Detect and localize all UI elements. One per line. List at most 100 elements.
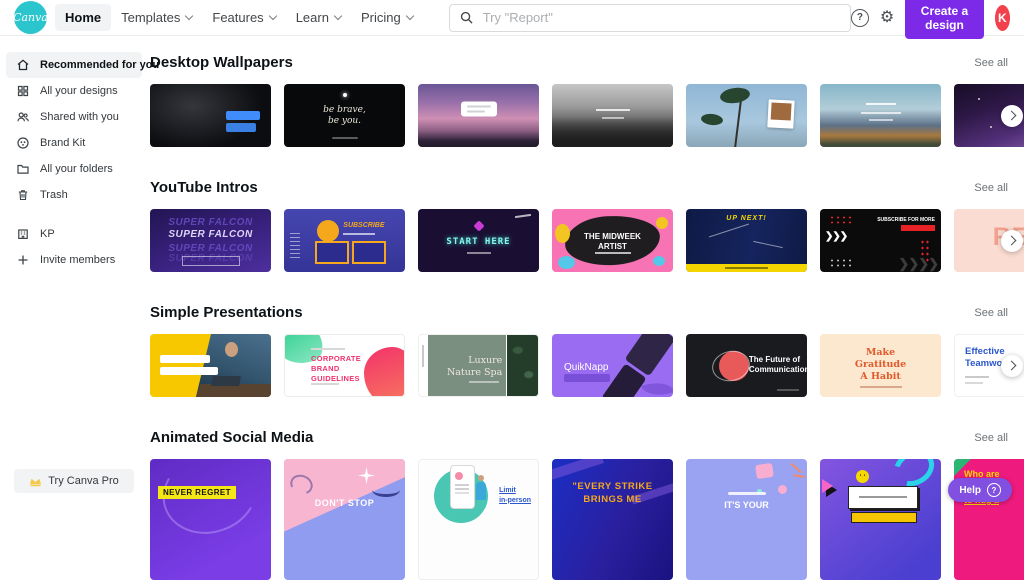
template-make-gratitude-a-habit[interactable]: Make Gratitude A Habit <box>820 334 941 397</box>
leaf-photo <box>507 335 538 396</box>
sidebar-item-recommended[interactable]: Recommended for you <box>6 52 142 78</box>
decor-shape <box>372 483 400 497</box>
template-midweek-artist-intro[interactable]: THE MIDWEEK ARTIST <box>552 209 673 272</box>
template-future-of-communication[interactable]: The Future of Communication <box>686 334 807 397</box>
template-gray-mountains-wallpaper[interactable] <box>552 84 673 147</box>
see-all-link[interactable]: See all <box>974 182 1008 194</box>
section-desktop-wallpapers: Desktop Wallpapers See all be brave, be … <box>150 54 1024 147</box>
see-all-link[interactable]: See all <box>974 307 1008 319</box>
chevron-right-icon <box>1006 236 1016 246</box>
sidebar-item-label: All your folders <box>40 163 113 175</box>
see-all-link[interactable]: See all <box>974 57 1008 69</box>
template-never-regret-post[interactable]: NEVER REGRET <box>150 459 271 580</box>
search-bar[interactable] <box>449 4 851 32</box>
top-navigation-bar: Canva Home Templates Features Learn Pric… <box>0 0 1024 36</box>
template-luxure-nature-spa[interactable]: Luxure Nature Spa <box>418 334 539 397</box>
template-start-here-intro[interactable]: START HERE <box>418 209 539 272</box>
decor-shape <box>552 117 673 147</box>
template-sunset-sky-wallpaper[interactable] <box>418 84 539 147</box>
canva-logo[interactable]: Canva <box>14 1 47 34</box>
chevron-down-icon <box>185 12 193 20</box>
template-text: Limit in-person <box>499 486 531 506</box>
template-corporate-brand-guidelines[interactable]: CORPORATE BRAND GUIDELINES <box>284 334 405 397</box>
template-be-brave-wallpaper[interactable]: be brave, be you. <box>284 84 405 147</box>
section-animated-social-media: Animated Social Media See all NEVER REGR… <box>150 429 1024 580</box>
settings-gear-icon[interactable]: ⚙ <box>880 10 894 26</box>
decor-shape <box>290 233 300 259</box>
template-every-strike-post[interactable]: "EVERY STRIKE BRINGS ME <box>552 459 673 580</box>
nav-home[interactable]: Home <box>55 4 111 31</box>
sidebar-item-invite-members[interactable]: Invite members <box>6 247 142 273</box>
home-icon <box>16 58 30 72</box>
sidebar-item-brand-kit[interactable]: Brand Kit <box>6 130 142 156</box>
decor-shape <box>755 463 774 479</box>
decor-shape <box>790 463 802 474</box>
template-dont-stop-post[interactable]: DON'T STOP <box>284 459 405 580</box>
template-subscribe-for-more-intro[interactable]: SUBSCRIBE FOR MORE <box>820 209 941 272</box>
template-text: Make Gratitude A Habit <box>820 347 941 384</box>
decor-shape <box>469 381 499 383</box>
sidebar-item-trash[interactable]: Trash <box>6 182 142 208</box>
create-a-design-button[interactable]: Create a design <box>905 0 984 39</box>
template-mountain-valley-wallpaper[interactable] <box>820 84 941 147</box>
decor-shape <box>869 119 893 121</box>
sidebar-item-shared[interactable]: Shared with you <box>6 104 142 130</box>
template-limit-in-person-post[interactable]: Limit in-person <box>418 459 539 580</box>
template-text: START HERE <box>418 237 539 247</box>
nav-templates-label: Templates <box>121 10 180 25</box>
nav-features[interactable]: Features <box>202 4 285 31</box>
template-up-next-intro[interactable]: UP NEXT! <box>686 209 807 272</box>
help-icon[interactable]: ? <box>851 9 869 27</box>
brand-kit-icon <box>16 136 30 150</box>
template-palm-trees-wallpaper[interactable] <box>686 84 807 147</box>
sidebar-item-label: Shared with you <box>40 111 119 123</box>
template-yellow-laptop-presentation[interactable] <box>150 334 271 397</box>
sidebar-item-label: Recommended for you <box>40 59 159 71</box>
nav-learn[interactable]: Learn <box>286 4 351 31</box>
decor-shape <box>753 241 783 248</box>
sidebar-item-team-kp[interactable]: KP <box>6 221 142 247</box>
decor-shape <box>352 241 386 264</box>
sidebar-item-label: Brand Kit <box>40 137 85 149</box>
decor-shape <box>596 109 630 111</box>
section-title: Simple Presentations <box>150 304 303 322</box>
avatar[interactable]: K <box>995 5 1010 31</box>
try-pro-label: Try Canva Pro <box>48 475 119 487</box>
chevron-right-icon <box>1006 111 1016 121</box>
decor-shape <box>965 376 989 378</box>
template-text: DON'T STOP <box>284 498 405 508</box>
see-all-link[interactable]: See all <box>974 432 1008 444</box>
template-quiknapp[interactable]: QuikNapp <box>552 334 673 397</box>
question-mark-glyph: ? <box>851 9 869 27</box>
template-subscribe-intro[interactable]: SUBSCRIBE <box>284 209 405 272</box>
decor-shape <box>778 485 787 494</box>
search-input[interactable] <box>481 9 840 26</box>
nav-learn-label: Learn <box>296 10 329 25</box>
next-arrow-button[interactable] <box>1001 105 1023 127</box>
decor-shape <box>965 382 983 384</box>
nav-templates[interactable]: Templates <box>111 4 202 31</box>
template-its-your-post[interactable]: IT'S YOUR <box>686 459 807 580</box>
decor-shape <box>558 256 575 269</box>
decor-shape <box>861 112 901 114</box>
template-super-falcon-intro[interactable]: SUPER FALCON SUPER FALCON SUPER FALCON S… <box>150 209 271 272</box>
sidebar-item-folders[interactable]: All your folders <box>6 156 142 182</box>
sidebar-item-label: Trash <box>40 189 68 201</box>
nav-pricing[interactable]: Pricing <box>351 4 423 31</box>
plus-icon <box>16 253 30 267</box>
nav-pricing-label: Pricing <box>361 10 401 25</box>
decor-shape <box>595 252 631 254</box>
echo-text: SUPER FALCON <box>150 217 271 228</box>
template-dark-abstract-wallpaper[interactable] <box>150 84 271 147</box>
decor-shape <box>700 113 723 126</box>
template-birthday-card-post[interactable] <box>820 459 941 580</box>
section-title: Desktop Wallpapers <box>150 54 293 72</box>
try-canva-pro-button[interactable]: Try Canva Pro <box>14 469 134 493</box>
decor-shape <box>990 126 992 128</box>
next-arrow-button[interactable] <box>1001 355 1023 377</box>
card-illustration <box>848 486 918 509</box>
sidebar-item-all-designs[interactable]: All your designs <box>6 78 142 104</box>
help-button[interactable]: Help ? <box>948 478 1012 502</box>
next-arrow-button[interactable] <box>1001 230 1023 252</box>
decor-shape <box>152 459 268 546</box>
